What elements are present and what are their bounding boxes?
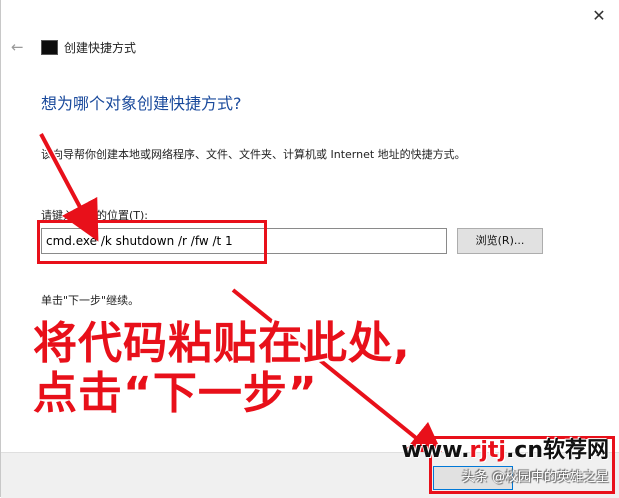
author-watermark: 头条 @校园中的英雄之星 (461, 470, 609, 485)
site-watermark: www.rjtj.cn软荐网 (402, 432, 609, 464)
arrow-annotation-icon (37, 132, 447, 463)
site-prefix: www. (401, 438, 470, 463)
create-shortcut-dialog: ✕ ← 创建快捷方式 想为哪个对象创建快捷方式? 该向导帮你创建本地或网络程序、… (0, 0, 619, 498)
overlay-instruction-line1: 将代码粘贴在此处, (33, 318, 411, 369)
overlay-instruction-line2: 点击“下一步” (33, 368, 318, 419)
site-red: rjtj (469, 438, 506, 463)
site-suffix: .cn软荐网 (505, 438, 609, 463)
